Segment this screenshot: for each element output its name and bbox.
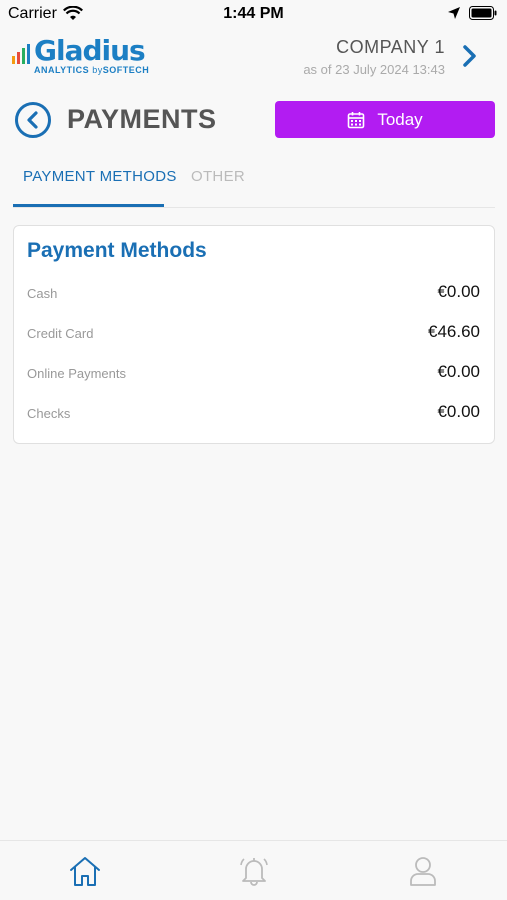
status-indicators [447,6,497,20]
row-value: €0.00 [437,282,480,301]
tab-bar: PAYMENT METHODS OTHER [13,160,495,208]
logo-sub-analytics: ANALYTICS [34,65,90,75]
app-logo: Gladius ANALYTICS bySOFTECH [12,34,162,78]
as-of-date: as of 23 July 2024 13:43 [303,62,445,77]
logo-subtitle: ANALYTICS bySOFTECH [34,65,149,75]
user-icon [410,857,436,886]
page-title: PAYMENTS [67,104,217,134]
payment-row-credit-card: Credit Card €46.60 [27,322,480,346]
chevron-left-icon [27,111,38,129]
card-title: Payment Methods [27,239,207,262]
row-label: Checks [27,406,71,421]
logo-sub-by: by [92,65,103,75]
bottom-navigation [0,840,507,900]
active-tab-indicator [13,204,164,207]
logo-wordmark: Gladius [34,34,146,67]
row-value: €46.60 [428,322,480,341]
payment-row-online-payments: Online Payments €0.00 [27,362,480,386]
payment-row-checks: Checks €0.00 [27,402,480,426]
date-button-label: Today [377,109,423,129]
chevron-right-icon[interactable] [461,44,479,68]
status-bar: Carrier 1:44 PM [0,0,507,28]
home-icon [70,857,100,886]
tab-other[interactable]: OTHER [191,168,245,185]
nav-profile-button[interactable] [405,853,441,889]
battery-icon [469,6,497,20]
payment-row-cash: Cash €0.00 [27,282,480,306]
logo-bars-icon [12,44,30,64]
row-value: €0.00 [437,402,480,421]
payment-methods-card: Payment Methods Cash €0.00 Credit Card €… [13,225,495,444]
logo-sub-tech: TECH [122,65,150,75]
location-arrow-icon [448,7,460,19]
clock: 1:44 PM [223,5,284,22]
nav-notifications-button[interactable] [236,853,272,889]
row-value: €0.00 [437,362,480,381]
row-label: Credit Card [27,326,94,341]
company-name: COMPANY 1 [336,37,445,57]
date-picker-button[interactable]: Today [275,101,495,138]
tab-payment-methods[interactable]: PAYMENT METHODS [23,168,177,185]
nav-home-button[interactable] [67,853,103,889]
row-label: Online Payments [27,366,126,381]
row-label: Cash [27,286,58,301]
back-button[interactable] [15,102,51,138]
company-info[interactable]: COMPANY 1 as of 23 July 2024 13:43 [303,37,445,77]
bell-icon [240,858,268,886]
logo-sub-soft: SOF [102,65,123,75]
calendar-icon [348,111,365,128]
